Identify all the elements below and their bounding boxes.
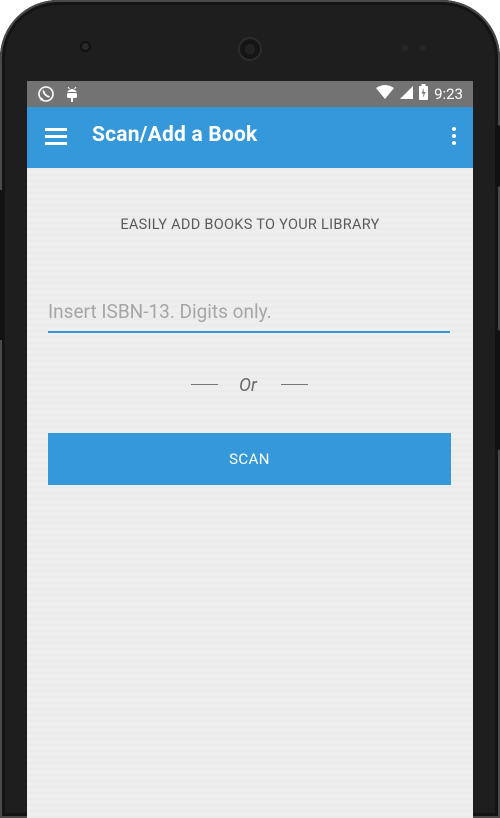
side-button bbox=[0, 190, 3, 340]
page-title: Scan/Add a Book bbox=[92, 123, 258, 147]
divider-line-left bbox=[191, 384, 218, 385]
main-content: EASILY ADD BOOKS TO YOUR LIBRARY Or SCAN bbox=[27, 168, 473, 818]
proximity-sensor bbox=[402, 45, 408, 51]
isbn-input[interactable] bbox=[48, 291, 450, 333]
hamburger-menu-icon[interactable] bbox=[45, 128, 67, 146]
battery-charging-icon bbox=[419, 84, 429, 104]
whatsapp-icon bbox=[37, 85, 55, 107]
power-button bbox=[495, 125, 500, 187]
or-divider: Or bbox=[27, 373, 473, 397]
divider-line-right bbox=[281, 384, 308, 385]
more-vert-icon[interactable] bbox=[451, 127, 457, 147]
signal-icon bbox=[400, 85, 414, 103]
or-label: Or bbox=[239, 375, 257, 396]
clock-time: 9:23 bbox=[434, 85, 463, 103]
screen: 9:23 Scan/Add a Book EASILY ADD BOOKS TO… bbox=[27, 81, 473, 818]
front-camera bbox=[80, 41, 91, 52]
app-bar: Scan/Add a Book bbox=[27, 107, 473, 168]
volume-button bbox=[495, 330, 500, 450]
scan-button[interactable]: SCAN bbox=[48, 433, 451, 485]
wifi-icon bbox=[376, 85, 395, 103]
status-bar: 9:23 bbox=[27, 81, 473, 107]
headline: EASILY ADD BOOKS TO YOUR LIBRARY bbox=[120, 216, 380, 233]
light-sensor bbox=[420, 45, 426, 51]
phone-frame: 9:23 Scan/Add a Book EASILY ADD BOOKS TO… bbox=[0, 0, 500, 818]
earpiece-speaker bbox=[238, 37, 262, 61]
android-debug-icon bbox=[65, 85, 79, 107]
